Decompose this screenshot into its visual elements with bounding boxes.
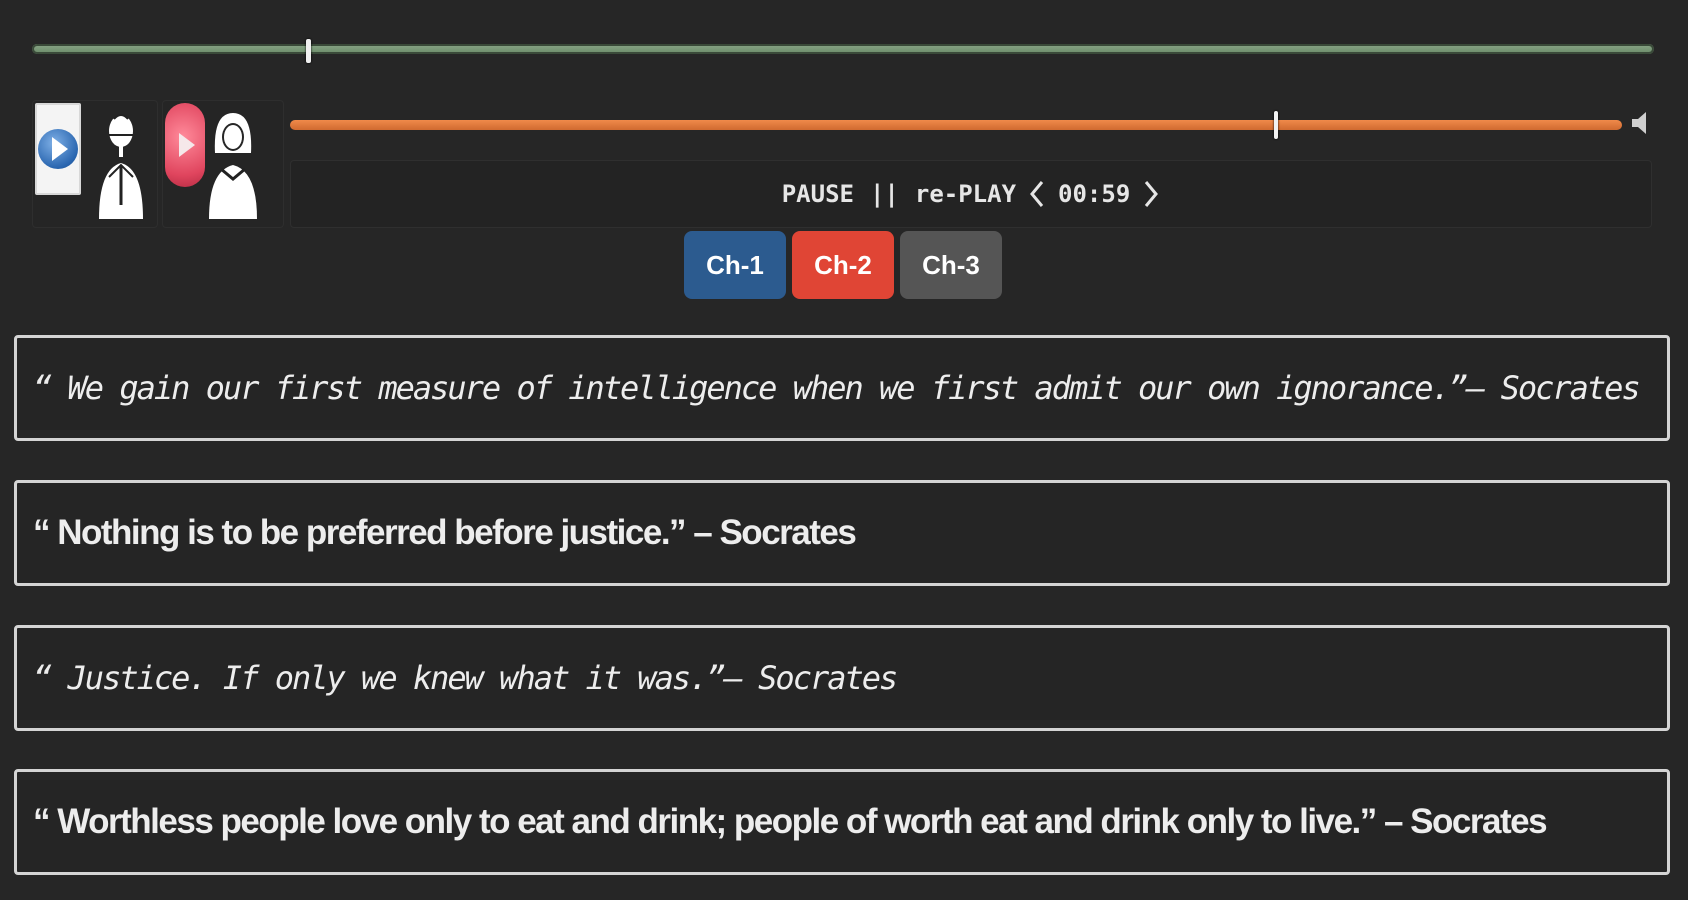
- female-speaker-icon: [209, 113, 257, 219]
- playback-controls: PAUSE || re-PLAY 00:59: [290, 160, 1652, 228]
- volume-icon[interactable]: [1630, 110, 1652, 136]
- audio-player-page: PAUSE || re-PLAY 00:59 Ch-1 Ch-2 Ch-3 “ …: [0, 0, 1688, 900]
- quote-box: “ Worthless people love only to eat and …: [14, 769, 1670, 875]
- speaker-panel-female: [162, 100, 284, 228]
- chevron-right-icon[interactable]: [1142, 179, 1160, 209]
- play-icon: [165, 103, 205, 187]
- audio-progress-thumb[interactable]: [1273, 111, 1278, 139]
- pause-button[interactable]: PAUSE: [782, 180, 854, 208]
- channel-3-button[interactable]: Ch-3: [900, 231, 1002, 299]
- play-icon: [38, 129, 78, 169]
- speaker-panel-male: [32, 100, 158, 228]
- male-speaker-icon: [99, 114, 143, 219]
- quote-box: “ Justice. If only we knew what it was.”…: [14, 625, 1670, 731]
- channel-1-button[interactable]: Ch-1: [684, 231, 786, 299]
- replay-button[interactable]: re-PLAY: [915, 180, 1016, 208]
- seek-slider[interactable]: [32, 39, 1654, 63]
- time-display: 00:59: [1058, 180, 1131, 208]
- speaker-male-play-button[interactable]: [35, 103, 81, 195]
- quote-box: “ We gain our first measure of intellige…: [14, 335, 1670, 441]
- chevron-left-icon[interactable]: [1028, 179, 1046, 209]
- channel-2-button[interactable]: Ch-2: [792, 231, 894, 299]
- quote-box: “ Nothing is to be preferred before just…: [14, 480, 1670, 586]
- quote-text: “ Nothing is to be preferred before just…: [33, 513, 857, 552]
- audio-progress-slider[interactable]: [290, 111, 1622, 139]
- quote-text: “ Justice. If only we knew what it was.”…: [33, 659, 898, 697]
- channel-selector: Ch-1 Ch-2 Ch-3: [684, 231, 1002, 299]
- quote-text: “ We gain our first measure of intellige…: [33, 369, 1641, 407]
- quote-text: “ Worthless people love only to eat and …: [33, 802, 1548, 841]
- controls-separator: ||: [869, 180, 899, 208]
- speaker-female-play-button[interactable]: [165, 103, 205, 187]
- seek-slider-thumb[interactable]: [305, 39, 311, 63]
